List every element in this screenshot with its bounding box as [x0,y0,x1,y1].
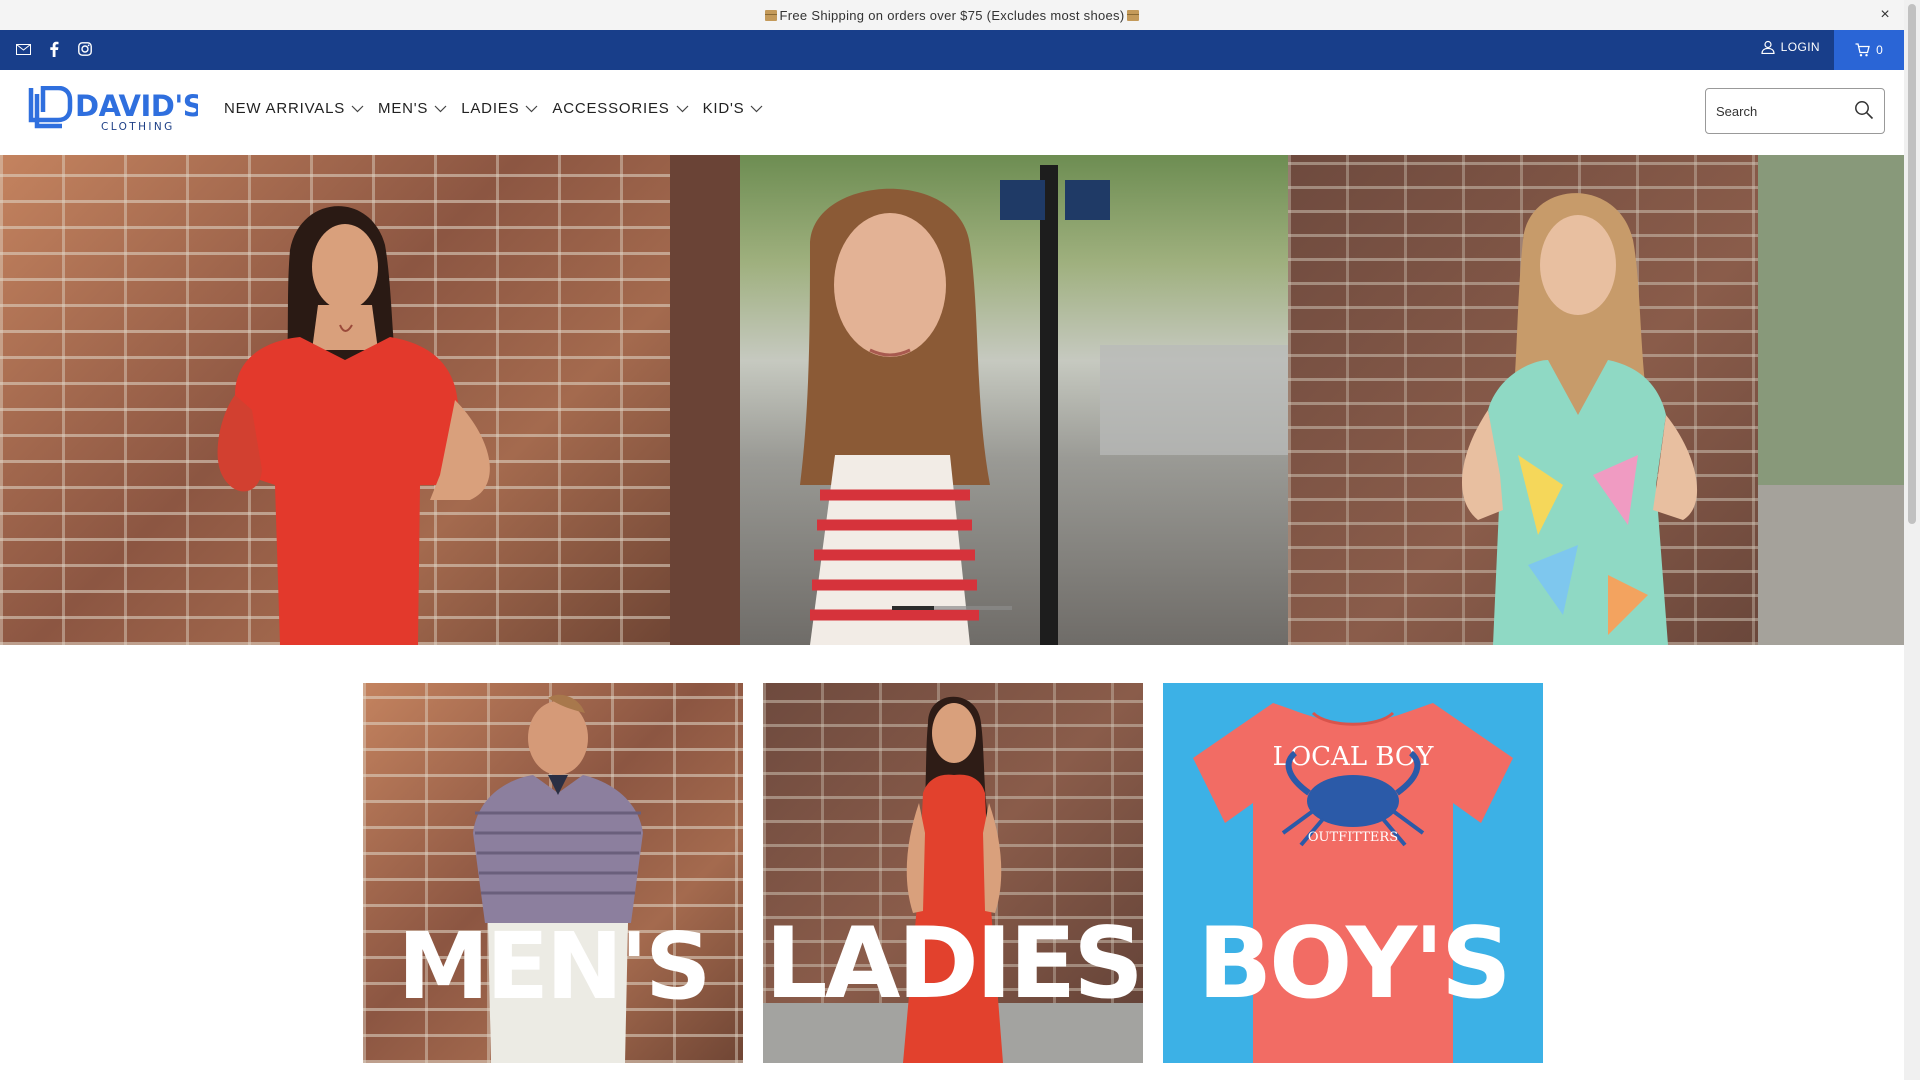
shirt-brand-text: LOCAL BOY [1273,742,1435,772]
search-box [1705,88,1885,134]
model-red-dress-image [217,206,490,645]
chevron-down-icon [751,105,763,112]
collection-tile-boys[interactable]: LOCAL BOY OUTFITTERS BOY'S [1163,683,1543,1063]
package-icon [764,9,777,21]
slide-dot-1[interactable] [892,606,932,610]
collection-tile-ladies[interactable]: LADIES [763,683,1143,1063]
shirt-sub-text: OUTFITTERS [1308,830,1398,845]
page: Free Shipping on orders over $75 (Exclud… [0,0,1920,1080]
logo-subtitle: CLOTHING [101,121,175,133]
hero-panel-pastel-dress [1288,155,1904,645]
promo-bar: Free Shipping on orders over $75 (Exclud… [0,0,1904,30]
top-bar: LOGIN 0 [0,30,1904,70]
social-links [14,40,94,58]
nav-kids[interactable]: KID'S [703,100,764,117]
chevron-down-icon [351,105,364,112]
hero-panel-red-dress [0,155,670,645]
scrollbar-thumb[interactable] [1908,4,1916,524]
chevron-down-icon [676,105,689,112]
nav-accessories[interactable]: ACCESSORIES [552,100,689,117]
login-link[interactable]: LOGIN [1761,40,1820,54]
search-icon[interactable] [1854,100,1874,120]
cart-count: 0 [1876,43,1883,57]
main-nav: NEW ARRIVALS MEN'S LADIES ACCESSORIES KI… [224,100,763,117]
slide-dot-2[interactable] [932,606,972,610]
site-header: DAVID'S CLOTHING NEW ARRIVALS MEN'S LADI… [0,70,1904,155]
package-icon [1127,9,1140,21]
tile-label-boys: BOY'S [1197,907,1511,1021]
page-scrollbar[interactable] [1904,0,1920,1080]
collection-tile-mens[interactable]: MEN'S [363,683,743,1063]
nav-mens[interactable]: MEN'S [378,100,447,117]
tile-label-ladies: LADIES [765,907,1143,1021]
nav-label: LADIES [461,100,520,117]
slide-dot-3[interactable] [972,606,1012,610]
hero-panel-striped-top [670,155,1288,645]
page-content: Free Shipping on orders over $75 (Exclud… [0,0,1904,1080]
promo-text: Free Shipping on orders over $75 (Exclud… [779,7,1125,23]
login-label: LOGIN [1780,40,1820,54]
slideshow-dots [892,606,1012,610]
user-icon [1761,40,1775,54]
cart-icon [1855,43,1870,57]
nav-label: ACCESSORIES [552,100,670,117]
chevron-down-icon [525,105,538,112]
chevron-down-icon [434,105,447,112]
cart-button[interactable]: 0 [1834,30,1904,70]
mail-icon[interactable] [14,40,32,58]
nav-label: MEN'S [378,100,429,117]
instagram-icon[interactable] [76,40,94,58]
facebook-icon[interactable] [45,40,63,58]
nav-new-arrivals[interactable]: NEW ARRIVALS [224,100,364,117]
promo-close-button[interactable]: × [1880,6,1890,24]
search-input[interactable] [1706,103,1846,119]
nav-label: NEW ARRIVALS [224,100,346,117]
nav-label: KID'S [702,100,745,117]
model-pastel-dress-image [1461,155,1904,645]
site-logo[interactable]: DAVID'S CLOTHING [28,85,204,134]
nav-ladies[interactable]: LADIES [461,100,538,117]
model-striped-top-image [670,155,1288,645]
tile-label-mens: MEN'S [397,913,712,1020]
hero-slideshow [0,155,1904,645]
logo-wordmark: DAVID'S [75,89,198,123]
